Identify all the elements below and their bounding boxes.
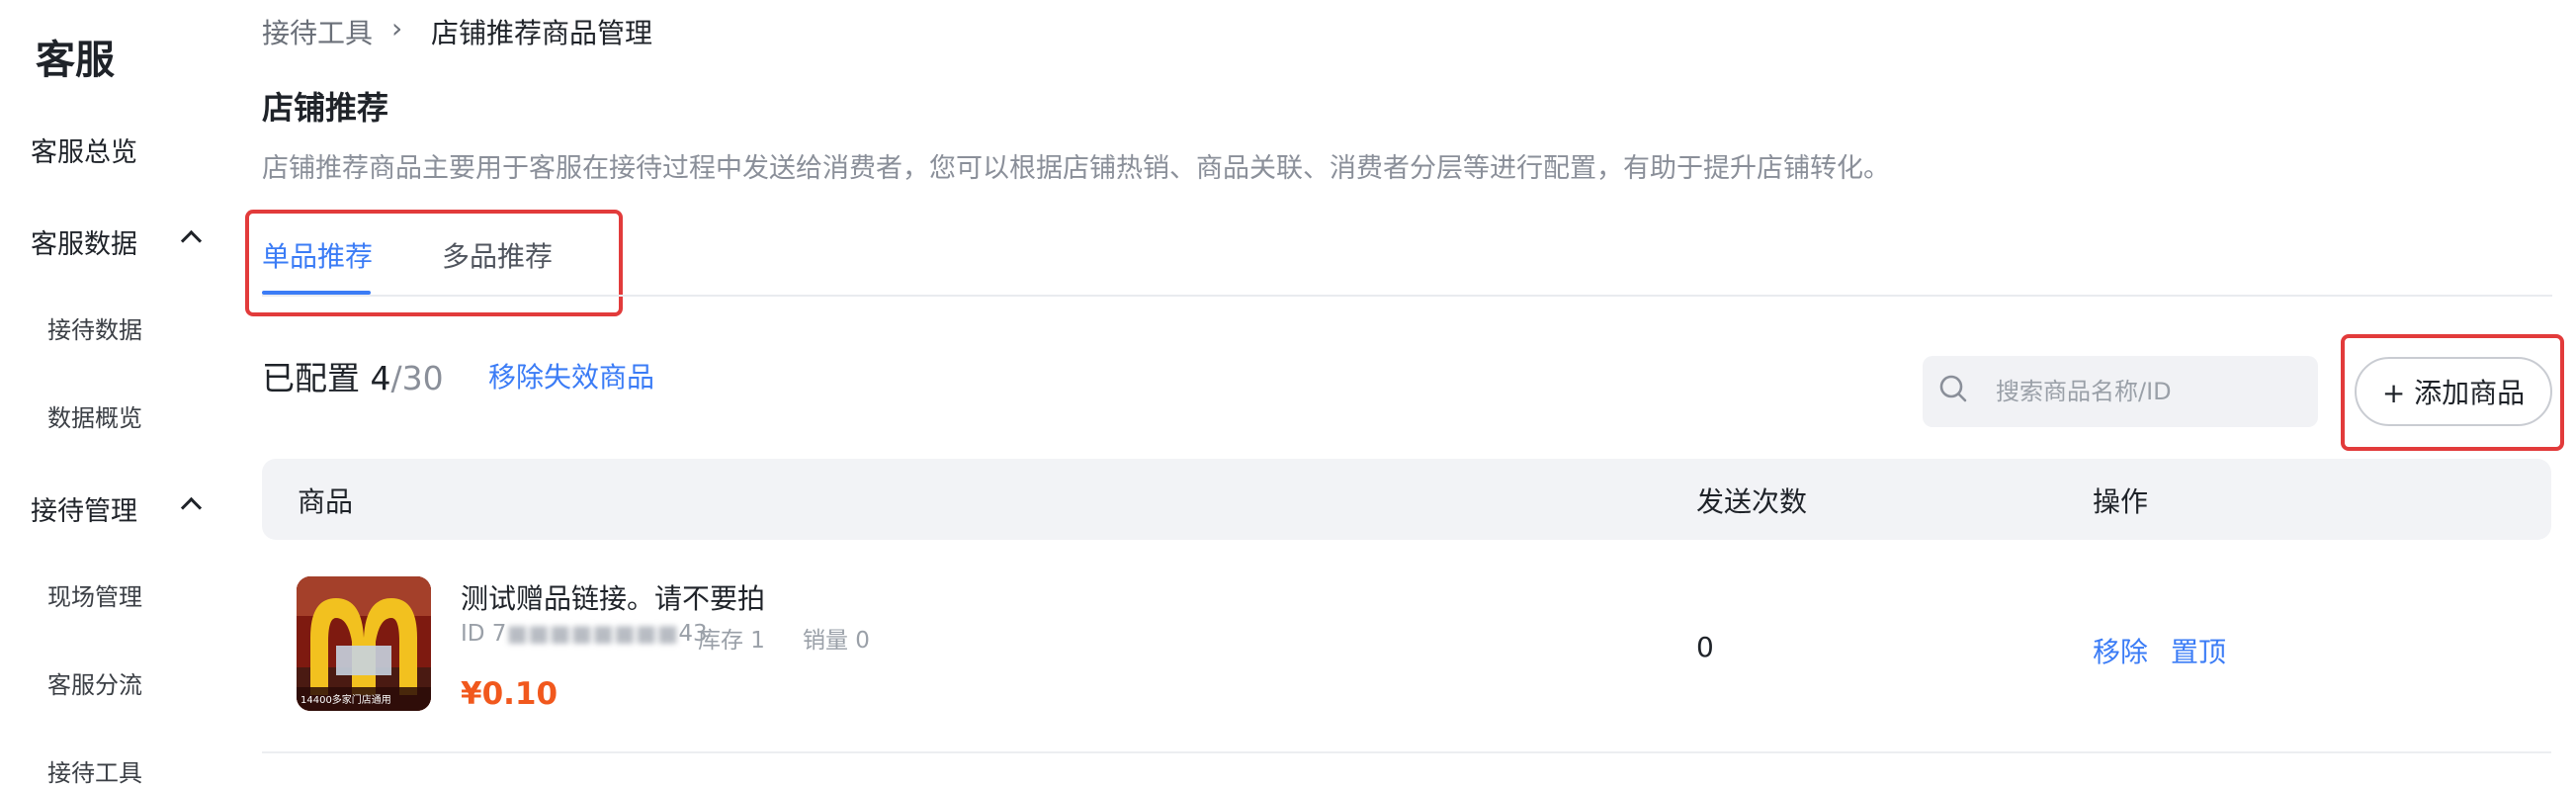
page-title: 店铺推荐 xyxy=(262,89,389,127)
tab-single-recommend[interactable]: 单品推荐 xyxy=(262,235,373,275)
product-stock: 库存 1 xyxy=(698,628,765,654)
product-sales: 销量 0 xyxy=(803,628,870,654)
configured-count: 已配置 4/30 xyxy=(262,352,444,399)
tab-multi-recommend[interactable]: 多品推荐 xyxy=(442,235,553,275)
product-thumbnail: 14400多家门店通用 xyxy=(297,576,431,711)
table-header: 商品 发送次数 操作 xyxy=(262,459,2551,540)
product-id-prefix: ID 7 xyxy=(461,621,507,647)
tabs-divider xyxy=(262,295,2552,297)
configured-label: 已配置 xyxy=(262,359,360,397)
configured-number: 4 xyxy=(370,359,391,397)
pin-top-button[interactable]: 置顶 xyxy=(2171,631,2226,670)
search-icon xyxy=(1939,375,1967,402)
row-divider xyxy=(262,751,2551,753)
product-price: ¥0.10 xyxy=(461,676,558,712)
add-product-button[interactable]: + 添加商品 xyxy=(2355,357,2552,426)
product-id: ID 7■■■■■■■■43 xyxy=(461,621,708,647)
breadcrumb-separator: › xyxy=(391,12,403,44)
breadcrumb-parent[interactable]: 接待工具 xyxy=(262,12,373,51)
configured-total: /30 xyxy=(390,359,444,397)
column-header-actions: 操作 xyxy=(2093,485,2149,518)
product-image: 14400多家门店通用 xyxy=(297,576,431,711)
send-count-value: 0 xyxy=(1696,631,1714,663)
thumb-caption: 14400多家门店通用 xyxy=(301,693,391,706)
search-input[interactable] xyxy=(1996,356,2302,427)
search-box[interactable] xyxy=(1923,356,2318,427)
tab-active-indicator xyxy=(262,291,371,295)
column-header-send-count: 发送次数 xyxy=(1696,485,1808,518)
product-id-redacted: ■■■■■■■■ xyxy=(506,621,679,647)
column-header-product: 商品 xyxy=(298,485,354,518)
breadcrumb-current: 店铺推荐商品管理 xyxy=(431,17,653,49)
remove-button[interactable]: 移除 xyxy=(2093,631,2148,670)
main-content: 接待工具 › 店铺推荐商品管理 店铺推荐 店铺推荐商品主要用于客服在接待过程中发… xyxy=(0,0,2576,777)
remove-invalid-link[interactable]: 移除失效商品 xyxy=(488,356,654,395)
page-description: 店铺推荐商品主要用于客服在接待过程中发送给消费者，您可以根据店铺热销、商品关联、… xyxy=(262,153,1890,184)
product-name[interactable]: 测试赠品链接。请不要拍 xyxy=(461,577,765,617)
